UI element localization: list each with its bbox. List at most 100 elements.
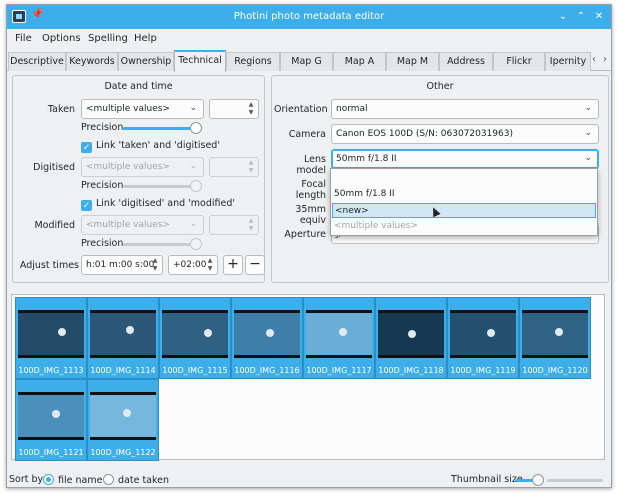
thumbnail-grid[interactable]: 100D_IMG_1113 100D_IMG_1114 100D_IMG_111… (11, 294, 605, 461)
other-title: Other (426, 81, 454, 92)
dropdown-option-new[interactable]: <new> (332, 203, 596, 218)
thumbnail-item[interactable]: 100D_IMG_1117 (303, 297, 375, 379)
thumbnail-item[interactable]: 100D_IMG_1114 (87, 297, 159, 379)
focal-length-label: Focal length (295, 179, 326, 201)
taken-time-spin[interactable]: ▲ ▼ (209, 99, 259, 119)
menu-options[interactable]: Options (42, 33, 81, 44)
tab-ownership[interactable]: Ownership (118, 52, 174, 71)
tab-map-m[interactable]: Map M (386, 52, 439, 71)
slider-handle (190, 180, 202, 192)
thumbnail-item[interactable]: 100D_IMG_1116 (231, 297, 303, 379)
thumbnail-caption: 100D_IMG_1117 (306, 366, 372, 375)
thumbnail-caption: 100D_IMG_1116 (234, 366, 300, 375)
thumbnail-item[interactable]: 100D_IMG_1119 (447, 297, 519, 379)
dropdown-option-lens[interactable]: 50mm f/1.8 II (332, 187, 596, 202)
tab-technical[interactable]: Technical (174, 50, 226, 72)
app-window: 📌 Photini photo metadata editor ⌄ ⌃ ✕ Fi… (6, 4, 612, 488)
adjust-times-label: Adjust times (19, 260, 79, 271)
thumbnail-caption: 100D_IMG_1120 (522, 366, 588, 375)
modified-precision-slider (123, 238, 202, 250)
link-taken-digitised-checkbox[interactable]: ✓ Link 'taken' and 'digitised' (81, 140, 220, 153)
taken-precision-label: Precision (81, 122, 124, 133)
digitised-label: Digitised (33, 162, 75, 173)
sort-file-name-radio[interactable]: file name (43, 474, 102, 486)
chevron-left-icon[interactable]: ‹ (592, 54, 596, 65)
dropdown-option-empty[interactable] (332, 171, 596, 186)
chevron-down-icon: ⌄ (189, 219, 197, 229)
digitised-time-spin: ▲ ▼ (209, 157, 259, 177)
tab-address[interactable]: Address (439, 52, 493, 71)
tab-map-g[interactable]: Map G (280, 52, 333, 71)
tab-ipernity[interactable]: Ipernity (545, 52, 591, 71)
radio-icon (103, 474, 114, 485)
menu-help[interactable]: Help (134, 33, 157, 44)
close-icon[interactable]: ✕ (591, 9, 607, 25)
thumbnail-item[interactable]: 100D_IMG_1122 (87, 379, 159, 461)
lens-model-label: Lens model (296, 154, 326, 176)
camera-label: Camera (288, 129, 326, 140)
slider-handle[interactable] (190, 122, 202, 134)
spin-arrows-icon[interactable]: ▲ ▼ (206, 257, 214, 273)
link-taken-digitised-label: Link 'taken' and 'digitised' (96, 140, 220, 151)
adjust-time-spin[interactable]: h:01 m:00 s:00 ▲ ▼ (81, 255, 163, 275)
slider-track-remaining (547, 479, 603, 482)
checkmark-icon: ✓ (81, 142, 92, 153)
lens-model-combo[interactable]: 50mm f/1.8 II ⌄ (331, 149, 599, 169)
taken-combo[interactable]: <multiple values> ⌄ (81, 99, 204, 119)
chevron-right-icon[interactable]: › (603, 54, 607, 65)
tab-bar: Descriptive Keywords Ownership Technical… (7, 50, 611, 72)
sort-by-label: Sort by (9, 474, 44, 485)
status-bar: Sort by file name date taken Thumbnail s… (7, 469, 611, 487)
minimize-icon[interactable]: ⌄ (555, 9, 571, 25)
thumbnail-caption: 100D_IMG_1122 (90, 448, 156, 457)
tab-descriptive[interactable]: Descriptive (8, 52, 66, 71)
thumbnail-item[interactable]: 100D_IMG_1120 (519, 297, 591, 379)
timezone-spin[interactable]: +02:00 ▲ ▼ (168, 255, 218, 275)
thumbnail-item[interactable]: 100D_IMG_1121 (15, 379, 87, 461)
thumbnail-caption: 100D_IMG_1115 (162, 366, 228, 375)
maximize-icon[interactable]: ⌃ (573, 9, 589, 25)
aperture-label: Aperture (284, 229, 326, 240)
taken-precision-slider[interactable] (123, 122, 202, 134)
digitised-combo: <multiple values> ⌄ (81, 157, 204, 177)
tab-map-a[interactable]: Map A (333, 52, 386, 71)
slider-handle (190, 238, 202, 250)
orientation-value: normal (336, 104, 368, 114)
adjust-time-value: h:01 m:00 s:00 (86, 260, 155, 270)
modified-label: Modified (34, 220, 75, 231)
modified-precision-label: Precision (81, 238, 124, 249)
thumbnail-item[interactable]: 100D_IMG_1113 (15, 297, 87, 379)
thumbnail-item[interactable]: 100D_IMG_1118 (375, 297, 447, 379)
digitised-value: <multiple values> (86, 162, 170, 172)
lens-model-value: 50mm f/1.8 II (336, 154, 397, 164)
menu-bar: File Options Spelling Help (7, 29, 611, 49)
orientation-combo[interactable]: normal ⌄ (331, 99, 599, 119)
tab-regions[interactable]: Regions (226, 52, 280, 71)
tab-flickr[interactable]: Flickr (493, 52, 545, 71)
sort-date-taken-radio[interactable]: date taken (103, 474, 169, 486)
checkmark-icon: ✓ (81, 200, 92, 211)
menu-file[interactable]: File (15, 33, 32, 44)
spin-arrows-icon[interactable]: ▲ ▼ (247, 101, 255, 117)
menu-spelling[interactable]: Spelling (88, 33, 128, 44)
chevron-down-icon: ⌄ (584, 103, 592, 113)
thumbnail-size-slider[interactable] (515, 474, 544, 486)
taken-label: Taken (47, 104, 75, 115)
camera-combo[interactable]: Canon EOS 100D (S/N: 063072031963) ⌄ (331, 124, 599, 144)
spin-arrows-icon[interactable]: ▲ ▼ (151, 257, 159, 273)
link-digitised-modified-checkbox[interactable]: ✓ Link 'digitised' and 'modified' (81, 198, 235, 211)
camera-value: Canon EOS 100D (S/N: 063072031963) (336, 129, 513, 139)
thumbnail-size-label: Thumbnail size (451, 474, 523, 485)
tab-keywords[interactable]: Keywords (66, 52, 118, 71)
slider-handle[interactable] (532, 474, 544, 486)
sort-file-name-label: file name (58, 475, 103, 486)
thumbnail-item[interactable]: 100D_IMG_1115 (159, 297, 231, 379)
title-bar[interactable]: 📌 Photini photo metadata editor ⌄ ⌃ ✕ (7, 5, 611, 29)
subtract-offset-button[interactable]: − (245, 255, 265, 275)
digitised-precision-label: Precision (81, 180, 124, 191)
modified-combo: <multiple values> ⌄ (81, 215, 204, 235)
chevron-down-icon: ⌄ (584, 128, 592, 138)
radio-selected-icon (43, 474, 54, 485)
thumbnail-caption: 100D_IMG_1114 (90, 366, 156, 375)
add-offset-button[interactable]: + (223, 255, 243, 275)
